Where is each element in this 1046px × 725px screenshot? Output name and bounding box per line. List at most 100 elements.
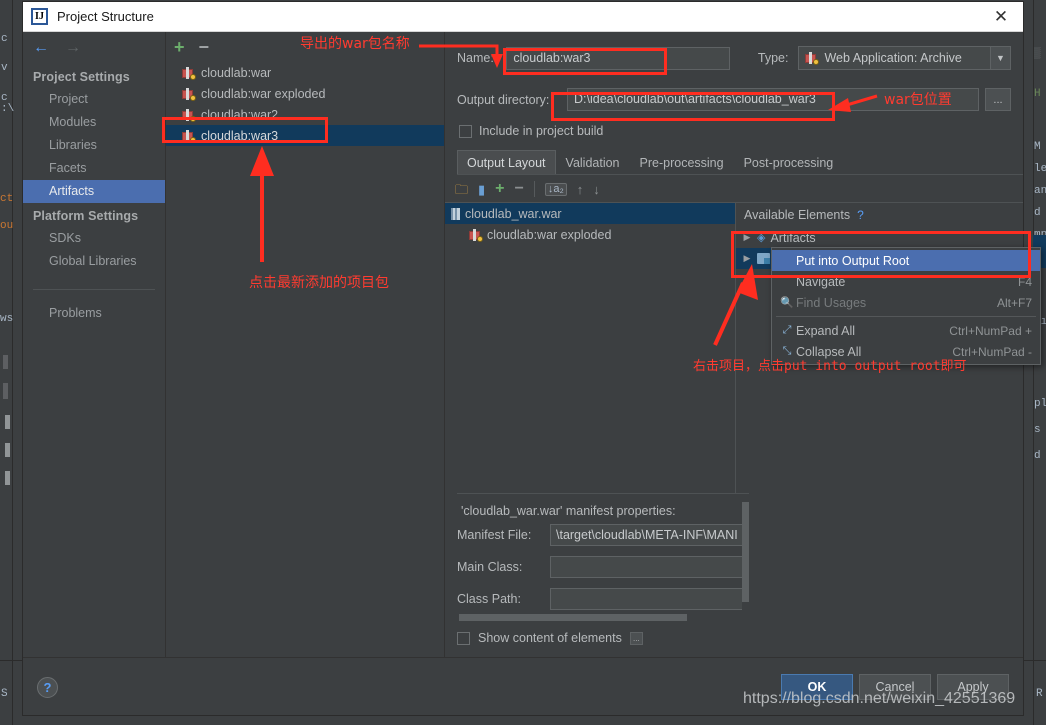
- bg-text-fragment: v: [1, 62, 8, 74]
- bg-text-fragment: ct: [0, 193, 14, 205]
- main-class-input[interactable]: [550, 556, 749, 578]
- artifact-icon: [182, 108, 196, 122]
- context-menu-item-expand-all[interactable]: ⤢ Expand All Ctrl+NumPad +: [772, 320, 1040, 341]
- main-class-row: Main Class:: [457, 556, 749, 578]
- add-element-icon[interactable]: +: [495, 181, 504, 197]
- context-menu-label: Expand All: [796, 323, 856, 338]
- artifact-list-toolbar: + −: [166, 32, 444, 62]
- manifest-file-input[interactable]: \target\cloudlab\META-INF\MANI: [550, 524, 749, 546]
- bg-text-fragment: le: [1034, 163, 1046, 175]
- browse-output-directory-button[interactable]: ...: [985, 88, 1011, 111]
- available-elements-panel: Available Elements ? ▶ ◈ Artifacts ▶ Put…: [736, 203, 1041, 493]
- chevron-down-icon[interactable]: ▼: [990, 47, 1010, 69]
- tab-pre-processing[interactable]: Pre-processing: [630, 150, 734, 174]
- settings-sidebar: ← → Project Settings Project Modules Lib…: [23, 32, 166, 657]
- move-down-icon[interactable]: ↓: [593, 183, 600, 196]
- close-icon[interactable]: ✕: [979, 2, 1023, 32]
- context-menu-label: Navigate: [796, 274, 846, 289]
- forward-arrow-icon[interactable]: →: [65, 40, 81, 56]
- name-label: Name:: [457, 51, 494, 65]
- sidebar-group-project-settings: Project Settings: [33, 70, 130, 84]
- artifact-label: cloudlab:war3: [201, 128, 279, 143]
- remove-element-icon[interactable]: −: [515, 181, 524, 197]
- context-menu-item-put-into-output-root[interactable]: Put into Output Root: [772, 250, 1040, 271]
- context-menu-item-find-usages[interactable]: 🔍 Find Usages Alt+F7: [772, 292, 1040, 313]
- main-class-label: Main Class:: [457, 560, 523, 574]
- bg-text-fragment: pl: [1034, 398, 1046, 410]
- artifact-type-select[interactable]: Web Application: Archive ▼: [798, 46, 1011, 70]
- context-menu-item-collapse-all[interactable]: ⤡ Collapse All Ctrl+NumPad -: [772, 341, 1040, 362]
- artifact-item-war3[interactable]: cloudlab:war3: [166, 125, 444, 146]
- sidebar-divider: [33, 289, 155, 290]
- tab-validation[interactable]: Validation: [556, 150, 630, 174]
- show-content-of-elements-label: Show content of elements: [478, 631, 622, 645]
- show-content-of-elements-checkbox[interactable]: [457, 631, 470, 645]
- artifact-list-panel: + − cloudlab:war cloudlab:war exploded c…: [166, 32, 445, 657]
- context-menu-label: Find Usages: [796, 295, 867, 310]
- sidebar-item-project[interactable]: Project: [23, 88, 165, 111]
- sidebar-item-modules[interactable]: Modules: [23, 111, 165, 134]
- bg-text-fragment: ws: [0, 313, 14, 325]
- add-archive-icon[interactable]: ▮: [478, 183, 485, 196]
- bg-text-fragment: S: [1, 688, 8, 700]
- output-directory-row: Output directory: D:\idea\cloudlab\out\a…: [445, 88, 1023, 111]
- artifact-icon: [469, 228, 483, 242]
- class-path-input[interactable]: [550, 588, 749, 610]
- artifact-list: cloudlab:war cloudlab:war exploded cloud…: [166, 62, 444, 657]
- back-arrow-icon[interactable]: ←: [33, 40, 49, 56]
- manifest-properties-panel: 'cloudlab_war.war' manifest properties: …: [457, 493, 749, 621]
- artifact-label: cloudlab:war exploded: [201, 86, 326, 101]
- sidebar-item-facets[interactable]: Facets: [23, 157, 165, 180]
- toolbar-divider: [533, 181, 535, 197]
- add-artifact-icon[interactable]: +: [174, 38, 185, 56]
- chevron-right-icon[interactable]: ▶: [742, 232, 752, 243]
- web-application-archive-icon: [805, 52, 820, 65]
- tab-output-layout[interactable]: Output Layout: [457, 150, 556, 174]
- artifact-item-war-exploded[interactable]: cloudlab:war exploded: [166, 83, 444, 104]
- nav-arrows: ← →: [23, 32, 165, 64]
- sidebar-item-libraries[interactable]: Libraries: [23, 134, 165, 157]
- context-menu-divider: [776, 316, 1036, 317]
- available-row-artifacts[interactable]: ▶ ◈ Artifacts: [736, 227, 1023, 248]
- tab-post-processing[interactable]: Post-processing: [734, 150, 844, 174]
- artifact-label: cloudlab:war: [201, 65, 272, 80]
- output-tree-row-exploded[interactable]: cloudlab:war exploded: [445, 224, 735, 245]
- output-tree-row-war[interactable]: cloudlab_war.war: [445, 203, 735, 224]
- sidebar-item-sdks[interactable]: SDKs: [23, 227, 165, 250]
- sort-alphabetically-icon[interactable]: ↓a₂: [544, 182, 567, 196]
- include-in-project-build-row[interactable]: Include in project build: [445, 124, 1023, 138]
- help-button[interactable]: ?: [37, 676, 58, 698]
- artifact-item-war2[interactable]: cloudlab:war2: [166, 104, 444, 125]
- available-row-label: Artifacts: [770, 230, 816, 245]
- sidebar-item-artifacts[interactable]: Artifacts: [23, 180, 165, 203]
- context-menu-item-navigate[interactable]: Navigate F4: [772, 271, 1040, 292]
- chevron-right-icon[interactable]: ▶: [742, 253, 752, 264]
- module-folder-icon: [757, 253, 770, 264]
- show-content-options-button[interactable]: ...: [629, 631, 643, 645]
- context-menu-shortcut: Ctrl+NumPad +: [949, 323, 1032, 338]
- artifact-item-war[interactable]: cloudlab:war: [166, 62, 444, 83]
- project-structure-dialog: IJ Project Structure ✕ ← → Project Setti…: [22, 1, 1041, 716]
- context-menu: Put into Output Root Navigate F4 🔍 Find …: [771, 247, 1041, 365]
- move-up-icon[interactable]: ↑: [577, 183, 584, 196]
- sidebar-item-problems[interactable]: Problems: [23, 302, 165, 325]
- show-content-of-elements-row[interactable]: Show content of elements ...: [457, 631, 1023, 645]
- context-menu-shortcut: F4: [1017, 274, 1032, 289]
- include-in-project-build-checkbox[interactable]: [459, 124, 472, 138]
- output-tree-label: cloudlab:war exploded: [487, 227, 612, 242]
- class-path-label: Class Path:: [457, 592, 521, 606]
- watermark: https://blog.csdn.net/weixin_42551369: [743, 690, 1016, 707]
- manifest-vertical-scrollbar[interactable]: [742, 502, 749, 610]
- artifact-icon: [182, 66, 196, 80]
- add-directory-icon[interactable]: 🗀: [455, 183, 468, 196]
- help-icon[interactable]: ?: [857, 208, 864, 222]
- artifacts-diamond-icon: ◈: [757, 232, 766, 244]
- artifact-label: cloudlab:war2: [201, 107, 279, 122]
- sidebar-item-global-libraries[interactable]: Global Libraries: [23, 250, 165, 273]
- bg-text-fragment: :\: [1, 103, 15, 115]
- artifact-name-input[interactable]: cloudlab:war3: [506, 46, 730, 70]
- manifest-horizontal-scrollbar[interactable]: [459, 614, 741, 621]
- remove-artifact-icon[interactable]: −: [199, 38, 210, 56]
- output-directory-input[interactable]: D:\idea\cloudlab\out\artifacts\cloudlab_…: [567, 88, 979, 111]
- editor-tabs: Output Layout Validation Pre-processing …: [457, 150, 1023, 175]
